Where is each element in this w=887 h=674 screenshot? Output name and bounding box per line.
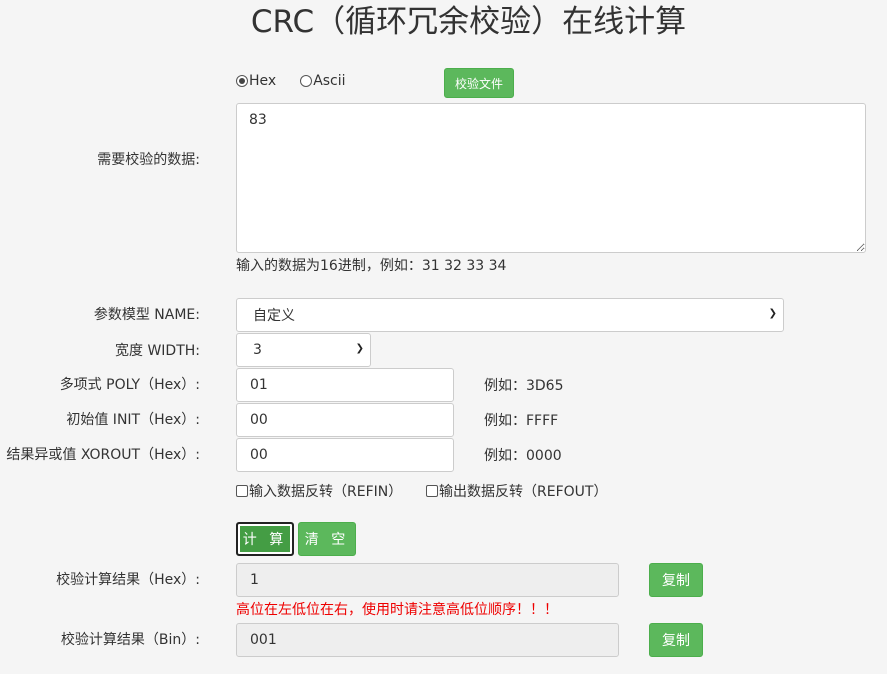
init-label: 初始值 INIT（Hex）:	[66, 412, 200, 428]
data-input[interactable]: 83	[236, 103, 866, 253]
refout-option[interactable]: 输出数据反转（REFOUT）	[426, 481, 607, 501]
hex-radio-option[interactable]: Hex	[236, 73, 276, 89]
poly-label: 多项式 POLY（Hex）:	[59, 377, 200, 393]
copy-bin-button[interactable]: 复制	[649, 623, 703, 657]
hex-radio[interactable]	[236, 75, 248, 87]
page-title: CRC（循环冗余校验）在线计算	[250, 4, 687, 40]
width-label: 宽度 WIDTH:	[115, 343, 200, 359]
clear-button[interactable]: 清 空	[298, 522, 356, 556]
model-label: 参数模型 NAME:	[93, 307, 200, 323]
model-select[interactable]: 自定义 ❯	[236, 298, 784, 332]
init-input[interactable]: 00	[236, 403, 454, 437]
hex-radio-label: Hex	[249, 73, 277, 89]
data-input-hint: 输入的数据为16进制，例如：31 32 33 34	[236, 258, 507, 274]
bit-order-warning: 高位在左低位在右，使用时请注意高低位顺序！！！	[236, 602, 558, 618]
calculate-button[interactable]: 计 算	[236, 522, 294, 556]
xorout-label: 结果异或值 XOROUT（Hex）:	[6, 447, 200, 463]
width-select-value: 3	[253, 342, 262, 358]
model-select-value: 自定义	[253, 308, 295, 324]
ascii-radio-label: Ascii	[313, 73, 346, 89]
ascii-radio[interactable]	[300, 75, 313, 87]
copy-hex-button[interactable]: 复制	[649, 563, 703, 597]
refout-checkbox[interactable]	[426, 485, 438, 497]
chevron-down-icon: ❯	[768, 308, 777, 319]
refout-label: 输出数据反转（REFOUT）	[439, 484, 608, 500]
refin-checkbox[interactable]	[236, 485, 248, 497]
refin-option[interactable]: 输入数据反转（REFIN）	[236, 481, 402, 501]
xorout-example: 例如：0000	[484, 448, 562, 464]
init-example: 例如：FFFF	[484, 413, 559, 429]
chevron-down-icon: ❯	[355, 343, 364, 354]
check-file-button[interactable]: 校验文件	[444, 68, 514, 98]
poly-input[interactable]: 01	[236, 368, 454, 402]
poly-example: 例如：3D65	[484, 378, 564, 394]
result-hex-output[interactable]: 1	[236, 563, 619, 597]
width-select[interactable]: 3 ❯	[236, 333, 371, 367]
result-bin-output[interactable]: 001	[236, 623, 619, 657]
xorout-input[interactable]: 00	[236, 438, 454, 472]
data-input-label: 需要校验的数据:	[97, 152, 200, 168]
input-mode-group: Hex Ascii	[236, 71, 364, 91]
refin-label: 输入数据反转（REFIN）	[249, 484, 403, 500]
ascii-radio-option[interactable]: Ascii	[300, 73, 346, 89]
result-hex-label: 校验计算结果（Hex）:	[56, 572, 200, 588]
result-bin-label: 校验计算结果（Bin）:	[60, 632, 200, 648]
